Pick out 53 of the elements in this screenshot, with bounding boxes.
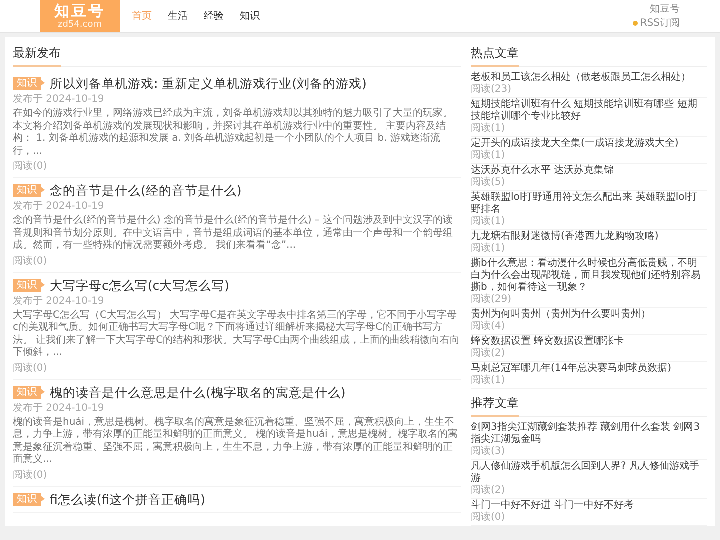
sidebar-article-link[interactable]: 九龙塘右眼财迷微博(香港西九龙购物攻略)	[471, 231, 707, 243]
read-count: 阅读(0)	[13, 161, 48, 173]
publish-date: 发布于 2024-10-19	[13, 201, 106, 213]
read-count: 阅读(4)	[471, 321, 506, 332]
read-count: 阅读(0)	[471, 512, 506, 523]
read-count: 阅读(1)	[471, 123, 506, 134]
read-count: 阅读(2)	[471, 485, 506, 496]
article-title[interactable]: 所以刘备单机游戏: 重新定义单机游戏行业(刘备的游戏)	[50, 75, 367, 92]
sidebar-article-link[interactable]: 蜂窝数据设置 蜂窝数据设置哪张卡	[471, 336, 707, 348]
article-summary: 在如今的游戏行业里，网络游戏已经成为主流，刘备单机游戏却以其独特的魅力吸引了大量的玩家。本文将介绍刘备单机游戏的发展现状和影响，并探讨其在单机游戏行业中的重要性。 主要内容及结构： 1. 刘备单机游戏的起源和发展 a. 刘备单机游戏起初是一个小团队的个人项目 b. 游戏逐渐流行，...	[13, 108, 454, 158]
sidebar-article-link[interactable]: 老板和员工该怎么相处（做老板跟员工怎么相处）	[471, 72, 707, 84]
sidebar-article-link[interactable]: 短期技能培训班有什么 短期技能培训班有哪些 短期技能培训哪个专业比较好	[471, 99, 707, 123]
sidebar-article-link[interactable]: 撕b什么意思：看动漫什么时候也分高低贵贱，不明白为什么会出现鄙视链，而且我发现他们还特别容易撕b，如何看待这一现象？	[471, 258, 707, 294]
logo-title: 知豆号	[54, 2, 106, 20]
read-count: 阅读(1)	[471, 375, 506, 386]
read-count: 阅读(0)	[13, 362, 48, 374]
nav-link[interactable]: 知识	[240, 9, 260, 23]
read-count: 阅读(29)	[471, 294, 513, 305]
publish-date: 发布于 2024-10-19	[13, 402, 106, 414]
sidebar-article-link[interactable]: 英雄联盟lol打野通用符文怎么配出来 英雄联盟lol打野排名	[471, 192, 707, 216]
publish-date: 发布于 2024-10-19	[13, 94, 106, 106]
read-count: 阅读(0)	[13, 256, 48, 268]
article-summary: 槐的读音是huái，意思是槐树。槐字取名的寓意是象征沉着稳重、坚强不屈，寓意积极向上，生生不息，力争上游，带有浓厚的正能量和鲜明的正面意义。 槐的读音是huái，意思是槐树。槐字取名的寓意是象征沉着稳重、坚强不屈，寓意积极向上，生生不息，力争上游，带有浓厚的正能量和鲜明的正面意义...	[13, 416, 459, 466]
read-count: 阅读(1)	[471, 216, 506, 227]
read-count: 阅读(23)	[471, 84, 513, 95]
logo-domain: zd54.com	[58, 20, 102, 30]
sidebar-article-link[interactable]: 达沃苏克什么水平 达沃苏克集锦	[471, 165, 707, 177]
nav-link[interactable]: 经验	[204, 9, 224, 23]
read-count: 阅读(2)	[471, 348, 506, 359]
sidebar-article-link[interactable]: 斗门一中好不好进 斗门一中好不好考	[471, 500, 707, 512]
section-heading: 最新发布	[13, 45, 61, 67]
site-name: 知豆号	[650, 4, 680, 14]
publish-date: 发布于 2024-10-19	[13, 296, 106, 308]
section-heading: 热点文章	[471, 45, 519, 67]
nav-link[interactable]: 生活	[168, 9, 188, 23]
read-count: 阅读(1)	[471, 150, 506, 161]
sidebar-article-link[interactable]: 马刺总冠军哪几年(14年总决赛马刺球员数据)	[471, 363, 707, 375]
sidebar-article-link[interactable]: 贵州为何叫贵州（贵州为什么要叫贵州）	[471, 309, 707, 321]
sidebar-article-link[interactable]: 定开头的成语接龙大全集(一成语接龙游戏大全)	[471, 138, 707, 150]
sidebar-article-link[interactable]: 剑网3指尖江湖藏剑套装推荐 藏剑用什么套装 剑网3指尖江湖氪金吗	[471, 422, 707, 446]
article-title[interactable]: 念的音节是什么(经的音节是什么)	[50, 182, 242, 199]
read-count: 阅读(0)	[13, 470, 48, 482]
rss-link[interactable]: RSS订阅	[640, 18, 680, 28]
sidebar-article-link[interactable]: 凡人修仙游戏手机版怎么回到人界? 凡人修仙游戏手游	[471, 461, 707, 485]
article-title[interactable]: fi怎么读(fi这个拼音正确吗)	[50, 490, 206, 508]
read-count: 阅读(1)	[471, 243, 506, 254]
article-title[interactable]: 大写字母c怎么写(c大写怎么写)	[50, 276, 230, 294]
read-count: 阅读(5)	[471, 177, 506, 188]
article-summary: 大写字母C怎么写（C大写怎么写） 大写字母C是在英文字母表中排名第三的字母，它不同于小写字母c的美观和气质。如何正确书写大写字母C呢？下面将通过详细解析来揭秘大写字母C的正确书写方法。 让我们来了解一下大写字母C的结构和形状。大写字母C由两个曲线组成，上面的曲线稍微向右向下倾斜，...	[13, 310, 461, 360]
article-title[interactable]: 槐的读音是什么意思是什么(槐字取名的寓意是什么)	[50, 384, 346, 400]
article-summary: 念的音节是什么(经的音节是什么) 念的音节是什么(经的音节是什么) – 这个问题涉及到中文汉字的读音规则和音节划分原则。在中文语言中，音节是组成词语的基本单位，通常由一个声母和一个韵母组成。然而，有一些特殊的情况需要额外考虑。 我们来看看“念”...	[13, 215, 454, 252]
section-heading: 推荐文章	[471, 395, 519, 417]
read-count: 阅读(3)	[471, 446, 506, 457]
